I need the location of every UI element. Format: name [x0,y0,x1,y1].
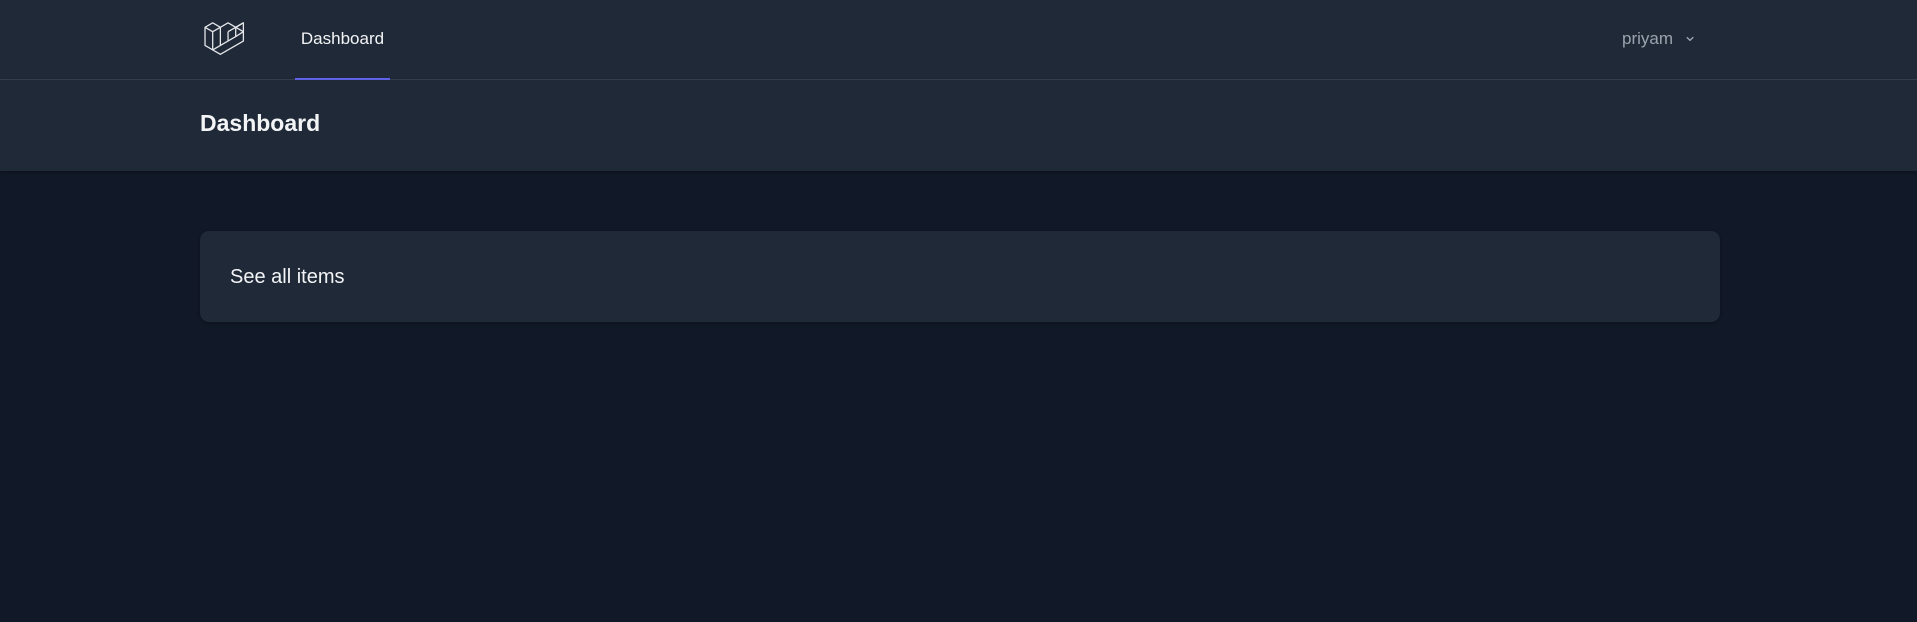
content-card: See all items [200,231,1720,322]
top-navbar: Dashboard priyam [0,0,1917,80]
user-name: priyam [1622,29,1674,48]
page-title: Dashboard [200,110,321,136]
page-header: Dashboard [0,80,1917,171]
user-menu-trigger[interactable]: priyam [1622,26,1697,52]
nav-link-dashboard[interactable]: Dashboard [295,0,390,80]
laravel-logo-icon [204,22,245,55]
card-text: See all items [230,266,345,288]
chevron-down-icon [1686,36,1694,42]
